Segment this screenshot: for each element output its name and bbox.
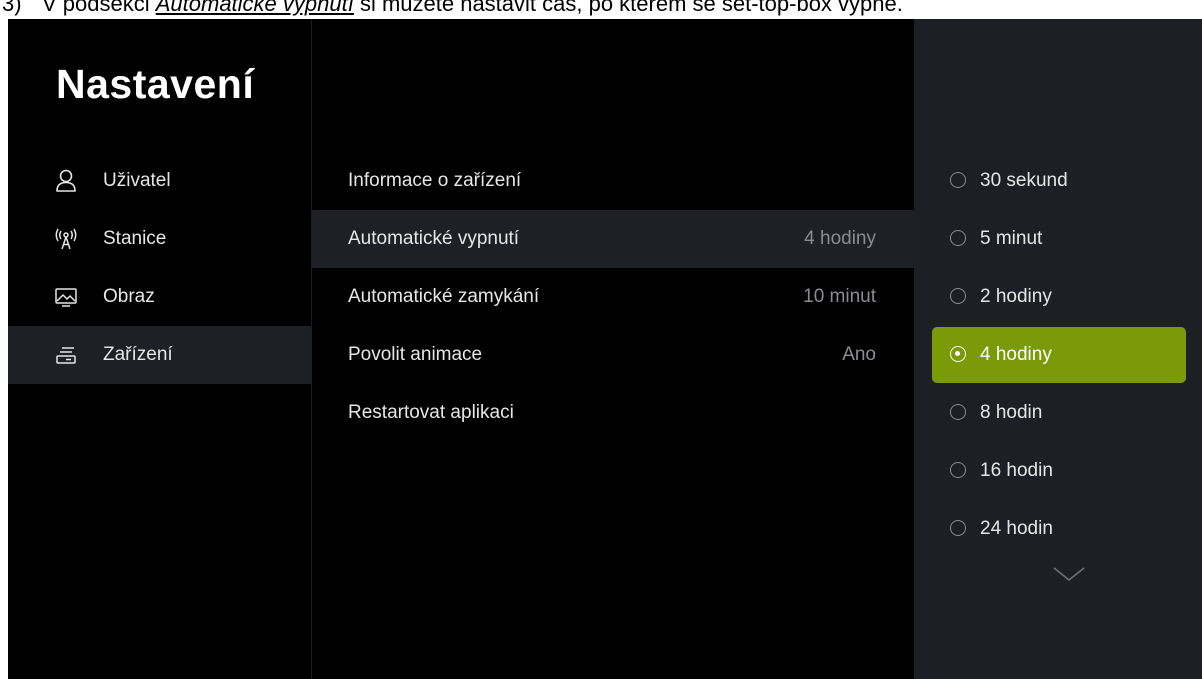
sidebar-item-user[interactable]: Uživatel [8, 152, 311, 210]
sidebar-item-label: Stanice [103, 228, 167, 249]
page-title: Nastavení [56, 61, 255, 107]
option-2-hours[interactable]: 2 hodiny [932, 269, 1186, 325]
chevron-down-icon[interactable] [1051, 564, 1087, 584]
option-label: 8 hodin [980, 402, 1043, 423]
shutdown-options-panel: 30 sekund 5 minut 2 hodiny 4 hodiny 8 ho… [914, 19, 1202, 679]
setting-auto-shutdown[interactable]: Automatické vypnutí 4 hodiny [312, 210, 914, 268]
setting-value: 10 minut [803, 286, 876, 307]
option-16-hours[interactable]: 16 hodin [932, 443, 1186, 499]
radio-dot [955, 351, 960, 356]
setting-label: Automatické vypnutí [348, 228, 520, 249]
option-label: 5 minut [980, 228, 1043, 249]
sidebar-item-label: Zařízení [103, 344, 173, 365]
option-5-minutes[interactable]: 5 minut [932, 211, 1186, 267]
tv-settings-screen: Nastavení Uživatel Stanice Obraz Zařízen… [8, 19, 1202, 679]
sidebar-item-stations[interactable]: Stanice [8, 210, 311, 268]
option-label: 2 hodiny [980, 286, 1052, 307]
sidebar-item-label: Uživatel [103, 170, 171, 191]
sidebar-item-device[interactable]: Zařízení [8, 326, 311, 384]
device-icon [52, 341, 80, 369]
setting-restart-app[interactable]: Restartovat aplikaci [312, 384, 914, 442]
option-4-hours[interactable]: 4 hodiny [932, 327, 1186, 383]
sidebar-item-picture[interactable]: Obraz [8, 268, 311, 326]
caption-suffix: si můžete nastavit čas, po kterém se set… [353, 0, 903, 16]
caption-text: V podsekci Automatické vypnutí si můžete… [42, 0, 903, 17]
option-label: 24 hodin [980, 518, 1053, 539]
radio-unselected-icon [950, 404, 966, 420]
option-label: 30 sekund [980, 170, 1068, 191]
setting-auto-lock[interactable]: Automatické zamykání 10 minut [312, 268, 914, 326]
radio-unselected-icon [950, 288, 966, 304]
radio-unselected-icon [950, 462, 966, 478]
radio-selected-icon [950, 346, 966, 362]
settings-sidebar: Nastavení Uživatel Stanice Obraz Zařízen… [8, 19, 312, 679]
document-caption: 3) V podsekci Automatické vypnutí si můž… [0, 0, 1202, 19]
setting-value: 4 hodiny [804, 228, 876, 249]
option-30-seconds[interactable]: 30 sekund [932, 153, 1186, 209]
setting-label: Povolit animace [348, 344, 483, 365]
antenna-icon [52, 225, 80, 253]
user-icon [52, 167, 80, 195]
option-8-hours[interactable]: 8 hodin [932, 385, 1186, 441]
device-settings-list: Informace o zařízení Automatické vypnutí… [312, 19, 914, 679]
setting-label: Restartovat aplikaci [348, 402, 514, 423]
option-label: 16 hodin [980, 460, 1053, 481]
setting-label: Informace o zařízení [348, 170, 522, 191]
caption-emphasis: Automatické vypnutí [155, 0, 354, 16]
caption-number: 3) [2, 0, 22, 16]
caption-prefix: V podsekci [42, 0, 156, 16]
option-label: 4 hodiny [980, 344, 1052, 365]
radio-unselected-icon [950, 520, 966, 536]
setting-label: Automatické zamykání [348, 286, 540, 307]
radio-unselected-icon [950, 172, 966, 188]
sidebar-item-label: Obraz [103, 286, 155, 307]
picture-icon [52, 283, 80, 311]
setting-device-info[interactable]: Informace o zařízení [312, 152, 914, 210]
radio-unselected-icon [950, 230, 966, 246]
option-24-hours[interactable]: 24 hodin [932, 501, 1186, 557]
setting-animations[interactable]: Povolit animace Ano [312, 326, 914, 384]
setting-value: Ano [842, 344, 876, 365]
